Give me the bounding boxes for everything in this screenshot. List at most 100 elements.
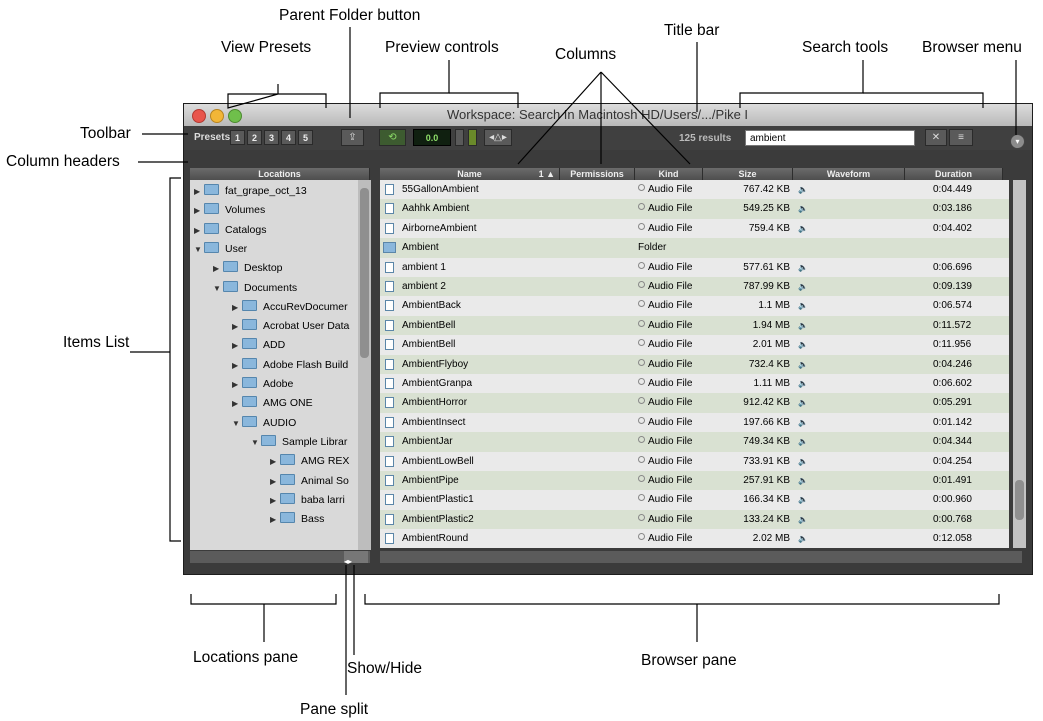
waveform-speaker-icon[interactable]: 🔈 <box>798 355 818 374</box>
location-item[interactable]: ▶ AMG ONE <box>232 394 313 413</box>
waveform-speaker-icon[interactable]: 🔈 <box>798 277 818 296</box>
location-item[interactable]: ▶ fat_grape_oct_13 <box>194 182 307 201</box>
file-row[interactable]: AmbientPlastic2 Audio File 133.24 KB 🔈 0:00.… <box>380 509 1009 530</box>
file-row[interactable]: AmbientBack Audio File 1.1 MB 🔈 0:06.574 <box>380 296 1009 315</box>
waveform-speaker-icon[interactable]: 🔈 <box>798 529 818 548</box>
browser-hscrollbar[interactable] <box>380 551 1022 563</box>
preset-3-button[interactable]: 3 <box>264 130 279 145</box>
waveform-speaker-icon[interactable]: 🔈 <box>798 393 818 412</box>
file-row[interactable]: AmbientPipe Audio File 257.91 KB 🔈 0:01.491 <box>380 471 1009 491</box>
disclosure-closed-icon[interactable]: ▶ <box>232 317 242 336</box>
location-item[interactable]: ▶ AMG REX <box>270 452 349 471</box>
location-item[interactable]: ▶ Desktop <box>213 259 283 278</box>
clear-search-button[interactable]: ✕ <box>925 129 947 146</box>
preset-4-button[interactable]: 4 <box>281 130 296 145</box>
preset-5-button[interactable]: 5 <box>298 130 313 145</box>
file-row[interactable]: Aahhk Ambient Audio File 549.25 KB 🔈 0:03.18… <box>380 199 1009 219</box>
preset-1-button[interactable]: 1 <box>230 130 245 145</box>
file-row[interactable]: AirborneAmbient Audio File 759.4 KB 🔈 0:04.4… <box>380 219 1009 238</box>
location-item[interactable]: ▶ Catalogs <box>194 221 266 240</box>
search-options-button[interactable]: ≡ <box>949 129 973 146</box>
waveform-speaker-icon[interactable]: 🔈 <box>798 296 818 315</box>
waveform-speaker-icon[interactable]: 🔈 <box>798 258 818 277</box>
file-row[interactable]: ambient 2 Audio File 787.99 KB 🔈 0:09.139 <box>380 277 1009 297</box>
column-header-duration[interactable]: Duration <box>905 168 1003 180</box>
file-row[interactable]: 55GallonAmbient Audio File 767.42 KB 🔈 0:04.… <box>380 180 1009 199</box>
disclosure-closed-icon[interactable]: ▶ <box>270 491 280 510</box>
waveform-speaker-icon[interactable]: 🔈 <box>798 413 818 432</box>
waveform-speaker-icon[interactable]: 🔈 <box>798 452 818 471</box>
location-item[interactable]: ▶ Adobe Flash Build <box>232 356 348 375</box>
search-input[interactable] <box>745 130 915 146</box>
file-row[interactable]: AmbientGranpa Audio File 1.11 MB 🔈 0:06.602 <box>380 374 1009 393</box>
disclosure-open-icon[interactable]: ▼ <box>251 433 261 452</box>
column-header-permissions[interactable]: Permissions <box>560 168 635 180</box>
preview-play-button[interactable]: ⟲ <box>379 129 406 146</box>
location-item[interactable]: ▼ Sample Librar <box>251 433 347 452</box>
close-window-button[interactable] <box>192 109 206 123</box>
waveform-speaker-icon[interactable]: 🔈 <box>798 490 818 509</box>
location-item[interactable]: ▼ AUDIO <box>232 414 296 433</box>
file-row[interactable]: Ambient Folder <box>380 238 1009 258</box>
zoom-window-button[interactable] <box>228 109 242 123</box>
disclosure-closed-icon[interactable]: ▶ <box>194 221 204 240</box>
disclosure-open-icon[interactable]: ▼ <box>232 414 242 433</box>
location-item[interactable]: ▼ User <box>194 240 247 259</box>
disclosure-closed-icon[interactable]: ▶ <box>194 182 204 201</box>
disclosure-closed-icon[interactable]: ▶ <box>270 510 280 529</box>
locations-scrollbar[interactable] <box>358 180 371 550</box>
disclosure-open-icon[interactable]: ▼ <box>213 279 223 298</box>
disclosure-closed-icon[interactable]: ▶ <box>213 259 223 278</box>
waveform-speaker-icon[interactable]: 🔈 <box>798 510 818 529</box>
title-bar[interactable]: Workspace: Search In Macintosh HD/Users/… <box>184 104 1032 127</box>
column-header-waveform[interactable]: Waveform <box>793 168 905 180</box>
browser-scroll-thumb[interactable] <box>1015 480 1024 520</box>
preset-2-button[interactable]: 2 <box>247 130 262 145</box>
disclosure-closed-icon[interactable]: ▶ <box>232 375 242 394</box>
disclosure-closed-icon[interactable]: ▶ <box>232 356 242 375</box>
file-row[interactable]: AmbientBell Audio File 2.01 MB 🔈 0:11.956 <box>380 335 1009 354</box>
location-item[interactable]: ▶ Animal So <box>270 472 349 491</box>
minimize-window-button[interactable] <box>210 109 224 123</box>
waveform-speaker-icon[interactable]: 🔈 <box>798 219 818 238</box>
file-row[interactable]: AmbientHorror Audio File 912.42 KB 🔈 0:05.29… <box>380 393 1009 413</box>
column-header-size[interactable]: Size <box>703 168 793 180</box>
waveform-speaker-icon[interactable]: 🔈 <box>798 432 818 451</box>
disclosure-closed-icon[interactable]: ▶ <box>232 298 242 317</box>
file-row[interactable]: AmbientBell Audio File 1.94 MB 🔈 0:11.572 <box>380 315 1009 336</box>
disclosure-open-icon[interactable]: ▼ <box>194 240 204 259</box>
waveform-speaker-icon[interactable]: 🔈 <box>798 199 818 218</box>
browser-menu-button[interactable]: ▾ <box>1010 134 1025 149</box>
show-hide-button[interactable]: ◂▸ <box>344 551 368 566</box>
file-row[interactable]: AmbientRound Audio File 2.02 MB 🔈 0:12.058 <box>380 529 1009 548</box>
location-item[interactable]: ▶ AccuRevDocumer <box>232 298 348 317</box>
file-row[interactable]: AmbientFlyboy Audio File 732.4 KB 🔈 0:04.246 <box>380 354 1009 374</box>
file-row[interactable]: AmbientLowBell Audio File 733.91 KB 🔈 0:04.2… <box>380 452 1009 471</box>
waveform-speaker-icon[interactable]: 🔈 <box>798 374 818 393</box>
waveform-speaker-icon[interactable]: 🔈 <box>798 335 818 354</box>
disclosure-closed-icon[interactable]: ▶ <box>270 472 280 491</box>
file-row[interactable]: AmbientPlastic1 Audio File 166.34 KB 🔈 0:00.… <box>380 490 1009 509</box>
browser-scrollbar[interactable] <box>1013 180 1026 548</box>
column-header-kind[interactable]: Kind <box>635 168 703 180</box>
file-row[interactable]: AmbientJar Audio File 749.34 KB 🔈 0:04.344 <box>380 432 1009 452</box>
waveform-speaker-icon[interactable]: 🔈 <box>798 316 818 335</box>
waveform-speaker-icon[interactable]: 🔈 <box>798 180 818 199</box>
disclosure-closed-icon[interactable]: ▶ <box>194 201 204 220</box>
file-row[interactable]: AmbientInsect Audio File 197.66 KB 🔈 0:01.14… <box>380 413 1009 432</box>
location-item[interactable]: ▶ Volumes <box>194 201 265 220</box>
column-header-name[interactable]: Name 1 ▲ <box>380 168 560 180</box>
location-item[interactable]: ▼ Documents <box>213 279 297 298</box>
waveform-speaker-icon[interactable]: 🔈 <box>798 471 818 490</box>
disclosure-closed-icon[interactable]: ▶ <box>270 452 280 471</box>
disclosure-closed-icon[interactable]: ▶ <box>232 394 242 413</box>
location-item[interactable]: ▶ baba larri <box>270 491 345 510</box>
preview-nudge-control[interactable]: ◂△▸ <box>484 129 512 146</box>
location-item[interactable]: ▶ Adobe <box>232 375 293 394</box>
disclosure-closed-icon[interactable]: ▶ <box>232 336 242 355</box>
location-item[interactable]: ▶ Acrobat User Data <box>232 317 349 336</box>
locations-hscrollbar[interactable] <box>190 551 370 563</box>
locations-scroll-thumb[interactable] <box>360 188 369 358</box>
column-header-locations[interactable]: Locations <box>190 168 370 180</box>
location-item[interactable]: ▶ Bass <box>270 510 324 529</box>
